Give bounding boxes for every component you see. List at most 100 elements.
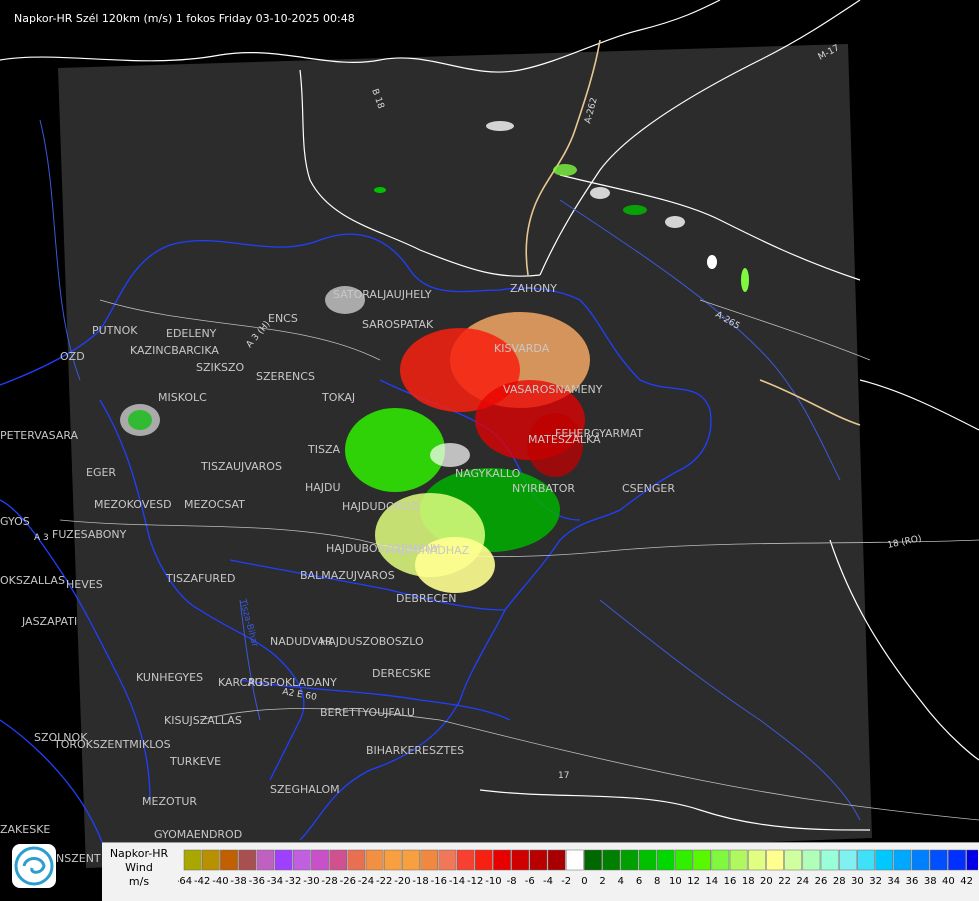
- legend-tick-label: -40: [212, 876, 228, 887]
- legend-swatch: [438, 849, 457, 871]
- town-label: HAJDUDOROG: [342, 500, 420, 513]
- town-label: CSENGER: [622, 482, 675, 495]
- town-label: EGER: [86, 466, 116, 479]
- legend-tick-label: -22: [376, 876, 392, 887]
- legend-swatch: [493, 849, 511, 871]
- legend-tick-label: 8: [654, 876, 660, 887]
- town-label: DERECSKE: [372, 667, 431, 680]
- town-label: KAZINCBARCIKA: [130, 344, 219, 357]
- town-label: TOKAJ: [321, 391, 355, 404]
- legend-swatch: [602, 849, 621, 871]
- legend-line: m/s: [128, 875, 150, 888]
- legend-swatch: [365, 849, 384, 871]
- town-label: KISUJSZALLAS: [164, 714, 242, 727]
- road-label: 18 (RO): [887, 534, 923, 551]
- legend-tick-label: 36: [906, 876, 919, 887]
- legend-tick-label: 38: [924, 876, 937, 887]
- legend-swatch: [802, 849, 821, 871]
- legend-swatch: [420, 849, 439, 871]
- town-label: PUSPOKLADANY: [248, 676, 337, 689]
- road-label: A 3: [34, 533, 49, 543]
- legend-swatch: [620, 849, 639, 871]
- legend-tick-label: -42: [194, 876, 210, 887]
- town-label: SATORALJAUJHELY: [333, 288, 432, 301]
- legend-swatch: [638, 849, 657, 871]
- legend-tick-label: -14: [449, 876, 465, 887]
- town-label: TISZAFURED: [165, 572, 235, 585]
- legend-swatch: [656, 849, 675, 871]
- legend-swatch: [292, 849, 311, 871]
- legend-tick-label: -28: [321, 876, 337, 887]
- legend-tick-label: 12: [687, 876, 700, 887]
- legend-tick-label: 24: [796, 876, 809, 887]
- legend-tick-label: 18: [742, 876, 755, 887]
- legend-tick-label: -26: [340, 876, 356, 887]
- town-label: SZIKSZO: [196, 361, 244, 374]
- legend-swatch: [347, 849, 366, 871]
- town-label: SZERENCS: [256, 370, 315, 383]
- legend-swatch: [220, 849, 238, 871]
- town-label: KUNHEGYES: [136, 671, 203, 684]
- legend-tick-label: 30: [851, 876, 864, 887]
- town-label: HAJDUSZOBOSZLO: [320, 635, 424, 648]
- legend-swatch: [784, 849, 803, 871]
- legend-tick-label: 40: [942, 876, 955, 887]
- radar-map: SATORALJAUJHELY ZAHONY SAROSPATAK PUTNOK…: [0, 0, 979, 900]
- legend-swatch: [238, 849, 257, 871]
- legend-swatch: [893, 849, 912, 871]
- legend-tick-label: 32: [869, 876, 882, 887]
- town-label: BALMAZUJVAROS: [300, 569, 395, 582]
- town-label: ZAKESKE: [0, 823, 50, 836]
- legend-swatch: [547, 849, 566, 871]
- legend-swatch: [529, 849, 548, 871]
- town-label: FUZESABONY: [52, 528, 127, 541]
- legend-swatch: [929, 849, 948, 871]
- town-label: GYOMAENDROD: [154, 828, 242, 841]
- legend-tick-label: 14: [705, 876, 718, 887]
- legend-swatch: [675, 849, 693, 871]
- wind-legend: Napkor-HR Wind m/s -64-42-40-38-36-34-32…: [102, 842, 979, 901]
- town-label: TOROKSZENTMIKLOS: [53, 738, 171, 751]
- town-label: MEZOKOVESD: [94, 498, 172, 511]
- legend-swatch: [948, 849, 966, 871]
- legend-tick-label: 34: [887, 876, 900, 887]
- legend-swatch: [256, 849, 275, 871]
- legend-tick-label: 2: [599, 876, 605, 887]
- legend-swatch: [711, 849, 730, 871]
- legend-swatch: [911, 849, 930, 871]
- legend-tick-label: 16: [724, 876, 737, 887]
- legend-tick-label: 0: [581, 876, 587, 887]
- legend-swatch: [474, 849, 493, 871]
- legend-line: Napkor-HR: [109, 847, 169, 860]
- town-label: TURKEVE: [169, 755, 221, 768]
- legend-swatch: [511, 849, 530, 871]
- town-label: HEVES: [66, 578, 103, 591]
- legend-tick-label: -18: [412, 876, 428, 887]
- legend-tick-label: -64: [178, 876, 192, 887]
- legend-title: Napkor-HR Wind m/s: [106, 847, 172, 889]
- legend-tick-label: -20: [394, 876, 410, 887]
- town-label: PUTNOK: [92, 324, 138, 337]
- town-label: OKSZALLAS: [0, 574, 65, 587]
- legend-swatch: [329, 849, 348, 871]
- town-label: SAROSPATAK: [362, 318, 434, 331]
- town-label: NSZENT: [56, 852, 101, 865]
- town-label: JASZAPATI: [21, 615, 77, 628]
- town-label: BIHARKERESZTES: [366, 744, 464, 757]
- legend-tick-label: -24: [358, 876, 374, 887]
- legend-tick-label: -8: [507, 876, 517, 887]
- napkor-logo-icon: [12, 844, 56, 888]
- legend-tick-label: -16: [431, 876, 447, 887]
- legend-swatch: [456, 849, 475, 871]
- town-label: ZAHONY: [510, 282, 557, 295]
- legend-tick-label: -6: [525, 876, 535, 887]
- legend-tick-label: -4: [543, 876, 553, 887]
- legend-tick-label: -34: [267, 876, 283, 887]
- legend-tick-label: 10: [669, 876, 682, 887]
- legend-tick-label: 20: [760, 876, 773, 887]
- legend-swatch: [311, 849, 329, 871]
- legend-tick-label: 4: [618, 876, 624, 887]
- legend-tick-label: -10: [485, 876, 501, 887]
- legend-swatch: [966, 849, 978, 871]
- legend-swatch: [383, 849, 402, 871]
